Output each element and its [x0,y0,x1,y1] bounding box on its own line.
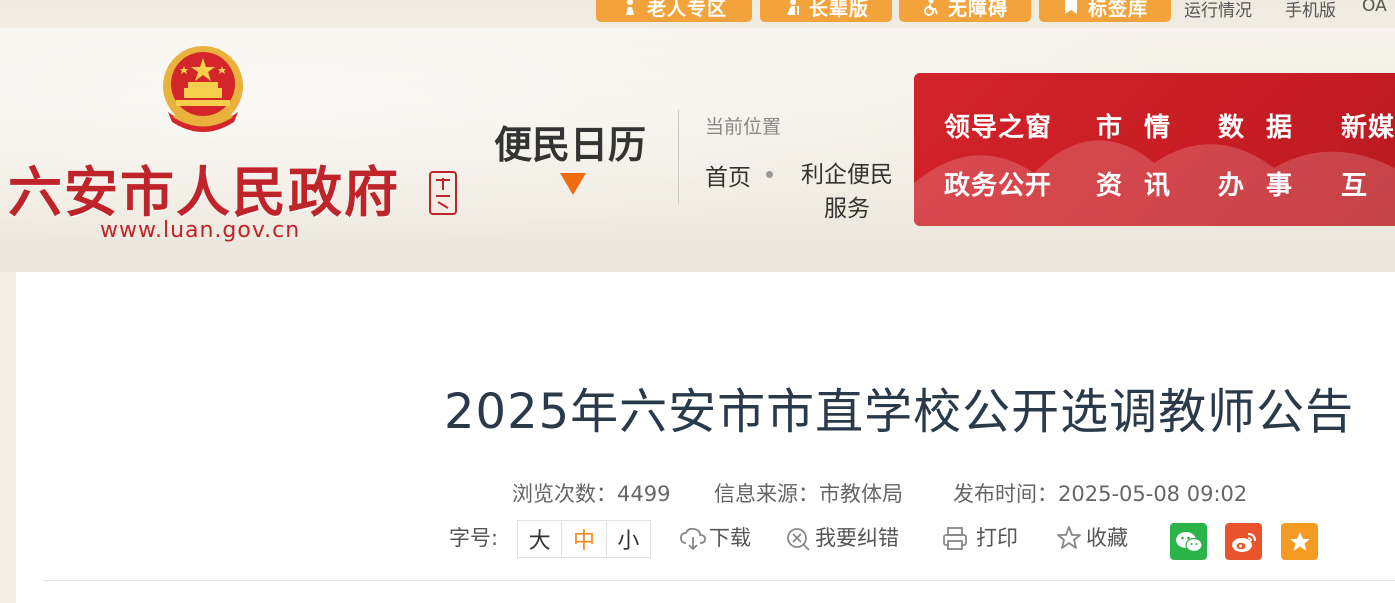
cloud-download-icon[interactable] [680,526,706,552]
views-meta: 浏览次数：4499 [512,478,670,508]
source-value: 市教体局 [819,482,903,506]
wechat-share-button[interactable] [1170,523,1207,560]
elder-mode-icon [783,0,801,16]
breadcrumb-home-link[interactable]: 首页 [705,158,751,192]
breadcrumb-separator-dot [766,171,773,178]
article-title: 2025年六安市市直学校公开选调教师公告 [444,384,1355,440]
download-link[interactable]: 下载 [709,522,751,552]
error-report-icon[interactable] [785,526,811,552]
triangle-down-icon [560,173,586,195]
font-large-button[interactable]: 大 [518,521,563,557]
source-meta: 信息来源：市教体局 [714,478,903,508]
date-label: 发布时间： [953,482,1058,506]
nav-city-info[interactable]: 市情 [1096,107,1192,144]
font-small-button[interactable]: 小 [607,521,650,557]
favorite-link[interactable]: 收藏 [1086,522,1128,552]
printer-icon[interactable] [942,526,968,552]
views-count: 4499 [617,482,671,506]
section-name: 便民日历 [494,123,647,167]
site-header: 六安市人民政府 www.luan.gov.cn 便民日历 当前位置 首页 利企便… [0,28,1395,272]
favorite-share-button[interactable] [1281,523,1318,560]
divider [678,110,679,204]
top-link-oa[interactable]: OA [1362,0,1387,16]
weibo-share-button[interactable] [1225,523,1262,560]
top-link-mobile[interactable]: 手机版 [1285,0,1336,21]
elder-mode-button[interactable]: 长辈版 [760,0,892,22]
site-url: www.luan.gov.cn [100,218,301,243]
wechat-icon [1175,531,1203,552]
elder-icon [621,0,639,16]
national-emblem-icon[interactable] [154,42,252,140]
font-size-label: 字号: [449,526,499,550]
font-size-selector: 大 中 小 [517,520,651,558]
article-card: 2025年六安市市直学校公开选调教师公告 浏览次数：4499 信息来源：市教体局… [16,272,1395,603]
nav-new-media[interactable]: 新媒 [1341,107,1395,144]
nav-leaders-window[interactable]: 领导之窗 [944,107,1052,144]
report-error-link[interactable]: 我要纠错 [815,522,899,552]
nav-news[interactable]: 资讯 [1096,165,1192,202]
breadcrumb-current-link[interactable]: 利企便民服务 [793,158,901,226]
font-medium-button[interactable]: 中 [562,521,607,557]
seal-stamp-icon [429,171,457,215]
accessibility-icon [922,0,940,16]
accessibility-button[interactable]: 无障碍 [899,0,1031,22]
site-title[interactable]: 六安市人民政府 [8,148,400,227]
nav-data[interactable]: 数据 [1218,107,1314,144]
star-outline-icon[interactable] [1056,525,1082,551]
weibo-icon [1231,532,1256,552]
tag-icon [1062,0,1080,16]
nav-interaction[interactable]: 互 [1341,165,1368,202]
main-nav-panel: 领导之窗 市情 数据 新媒 政务公开 资讯 办事 互 [914,73,1395,226]
tag-library-button[interactable]: 标签库 [1039,0,1171,22]
star-filled-icon [1289,531,1310,551]
top-link-status[interactable]: 运行情况 [1184,0,1252,21]
landscape-pattern [914,140,1395,226]
date-meta: 发布时间：2025-05-08 09:02 [953,478,1247,508]
nav-gov-affairs[interactable]: 政务公开 [944,165,1052,202]
elder-zone-button[interactable]: 老人专区 [596,0,752,22]
source-label: 信息来源： [714,482,819,506]
content-divider [44,580,1395,581]
breadcrumb-label: 当前位置 [705,116,782,138]
date-value: 2025-05-08 09:02 [1058,482,1248,506]
top-utility-bar: 老人专区 长辈版 无障碍 标签库 运行情况 手机版 OA [0,0,1395,28]
print-link[interactable]: 打印 [976,522,1018,552]
nav-services[interactable]: 办事 [1218,165,1314,202]
views-label: 浏览次数： [512,482,617,506]
